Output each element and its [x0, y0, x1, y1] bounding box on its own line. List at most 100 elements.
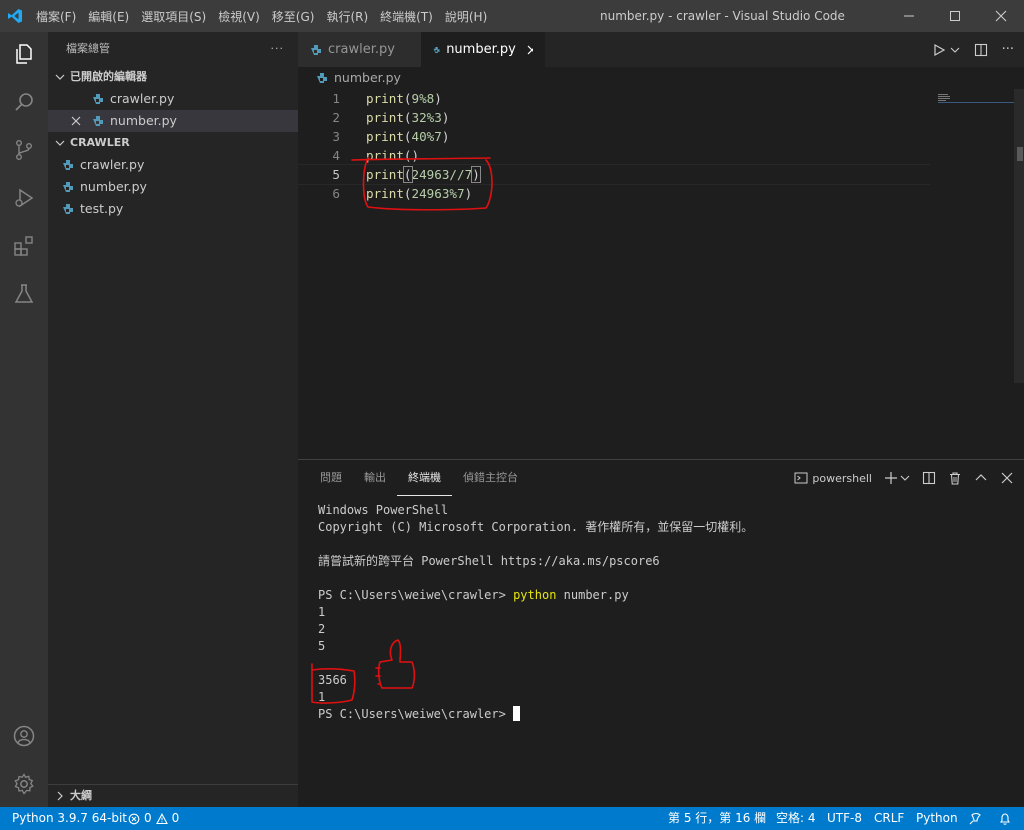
status-bar: Python 3.9.7 64-bit 0 0 第 5 行，第 16 欄 空格:… — [0, 807, 1024, 830]
python-file-icon — [63, 204, 73, 214]
menu-terminal[interactable]: 終端機(T) — [374, 8, 439, 25]
code-function: print — [366, 186, 404, 201]
source-control-icon[interactable] — [8, 134, 40, 166]
tab-terminal[interactable]: 終端機 — [397, 460, 452, 496]
code-argument: 32%3 — [411, 110, 442, 125]
settings-gear-icon[interactable] — [8, 768, 40, 800]
code-line-current: 5 print(24963//7) — [298, 164, 930, 185]
error-icon — [128, 813, 140, 824]
tab-crawler[interactable]: crawler.py — [298, 32, 421, 67]
menu-help[interactable]: 說明(H) — [439, 8, 493, 25]
terminal-command: python — [513, 588, 557, 602]
code-argument: 24963//7 — [411, 167, 473, 182]
close-panel-icon[interactable] — [1000, 471, 1014, 485]
testing-flask-icon[interactable] — [8, 278, 40, 310]
tab-problems[interactable]: 問題 — [309, 460, 353, 496]
chevron-down-icon — [55, 74, 65, 80]
code-line: 2 print(32%3) — [298, 108, 930, 127]
trash-icon[interactable] — [948, 471, 962, 485]
split-terminal-icon[interactable] — [922, 471, 936, 485]
encoding[interactable]: UTF-8 — [827, 807, 862, 830]
tab-number[interactable]: number.py — [421, 32, 545, 67]
code-line: 6 print(24963%7) — [298, 184, 930, 203]
tab-label: number.py — [446, 42, 516, 57]
minimap[interactable] — [938, 89, 1014, 103]
chevron-down-icon[interactable] — [900, 473, 910, 483]
file-number[interactable]: number.py — [48, 176, 298, 198]
explorer-sidebar: 檔案總管 ··· 已開啟的編輯器 crawler.py number.py CR… — [48, 32, 302, 807]
account-icon[interactable] — [8, 720, 40, 752]
terminal-output[interactable]: Windows PowerShell Copyright (C) Microso… — [318, 502, 753, 723]
maximize-icon[interactable] — [932, 0, 978, 32]
new-terminal-icon[interactable] — [884, 471, 898, 485]
menu-edit[interactable]: 編輯(E) — [82, 8, 135, 25]
line-number: 4 — [332, 148, 340, 163]
shell-selector[interactable]: powershell — [812, 472, 872, 485]
outline-section[interactable]: 大綱 — [48, 784, 302, 807]
code-argument: 40%7 — [411, 129, 442, 144]
end-of-line[interactable]: CRLF — [874, 807, 904, 830]
file-test[interactable]: test.py — [48, 198, 298, 220]
terminal-icon — [794, 472, 808, 484]
code-argument: 9%8 — [411, 91, 435, 106]
line-number: 1 — [332, 91, 340, 106]
python-interpreter[interactable]: Python 3.9.7 64-bit — [12, 807, 127, 830]
terminal-output-line: 2 — [318, 622, 326, 636]
line-number: 5 — [332, 167, 340, 182]
extensions-icon[interactable] — [8, 230, 40, 262]
outline-label: 大綱 — [70, 789, 92, 802]
terminal-prompt: PS C:\Users\weiwe\crawler> — [318, 707, 514, 721]
close-window-icon[interactable] — [978, 0, 1024, 32]
split-editor-icon[interactable] — [974, 43, 988, 57]
close-tab-icon[interactable] — [526, 44, 533, 56]
tab-output[interactable]: 輸出 — [353, 460, 397, 496]
code-function: print — [366, 110, 404, 125]
tab-debug-console[interactable]: 偵錯主控台 — [452, 460, 529, 496]
bottom-panel: 問題 輸出 終端機 偵錯主控台 powershell Windows Power… — [298, 459, 1024, 808]
code-editor[interactable]: 1 print(9%8) 2 print(32%3) 3 print(40%7)… — [298, 89, 1024, 459]
python-file-icon — [63, 160, 73, 170]
notifications-bell-icon[interactable] — [998, 807, 1012, 830]
terminal-line: Copyright (C) Microsoft Corporation. 著作權… — [318, 520, 754, 534]
code-function: print — [366, 148, 404, 163]
menu-selection[interactable]: 選取項目(S) — [135, 8, 212, 25]
code-line: 3 print(40%7) — [298, 127, 930, 146]
file-crawler[interactable]: crawler.py — [48, 154, 298, 176]
editor-scrollbar[interactable] — [1014, 89, 1024, 383]
close-icon[interactable] — [70, 115, 82, 127]
window-title: number.py - crawler - Visual Studio Code — [600, 9, 845, 23]
chevron-up-icon[interactable] — [974, 471, 988, 485]
open-editor-crawler[interactable]: crawler.py — [48, 88, 298, 110]
folder-section[interactable]: CRAWLER — [48, 132, 298, 154]
indentation[interactable]: 空格: 4 — [776, 807, 816, 830]
run-debug-icon[interactable] — [8, 182, 40, 214]
open-editor-label: crawler.py — [110, 91, 175, 106]
breadcrumb[interactable]: number.py — [316, 67, 401, 89]
line-number: 3 — [332, 129, 340, 144]
more-actions-icon[interactable]: ··· — [271, 32, 285, 66]
open-editors-section[interactable]: 已開啟的編輯器 — [48, 66, 298, 88]
terminal-line: Windows PowerShell — [318, 503, 449, 517]
cursor-position[interactable]: 第 5 行，第 16 欄 — [668, 807, 766, 830]
code-function: print — [366, 167, 404, 182]
explorer-icon[interactable] — [8, 38, 40, 70]
more-actions-icon[interactable]: ··· — [1002, 42, 1014, 57]
language-mode[interactable]: Python — [916, 807, 958, 830]
terminal-output-line: 1 — [318, 605, 326, 619]
menu-go[interactable]: 移至(G) — [266, 8, 321, 25]
chevron-down-icon[interactable] — [950, 45, 960, 55]
menu-file[interactable]: 檔案(F) — [30, 8, 82, 25]
python-file-icon — [93, 94, 103, 104]
editor-tab-bar: crawler.py number.py ··· — [298, 32, 1024, 67]
menu-view[interactable]: 檢視(V) — [212, 8, 266, 25]
feedback-icon[interactable] — [968, 807, 982, 830]
open-editor-number[interactable]: number.py — [48, 110, 298, 132]
run-icon[interactable] — [932, 43, 946, 57]
problems-indicator[interactable]: 0 0 — [128, 807, 179, 830]
minimize-icon[interactable] — [886, 0, 932, 32]
line-number: 6 — [332, 186, 340, 201]
search-icon[interactable] — [8, 86, 40, 118]
menu-run[interactable]: 執行(R) — [320, 8, 374, 25]
